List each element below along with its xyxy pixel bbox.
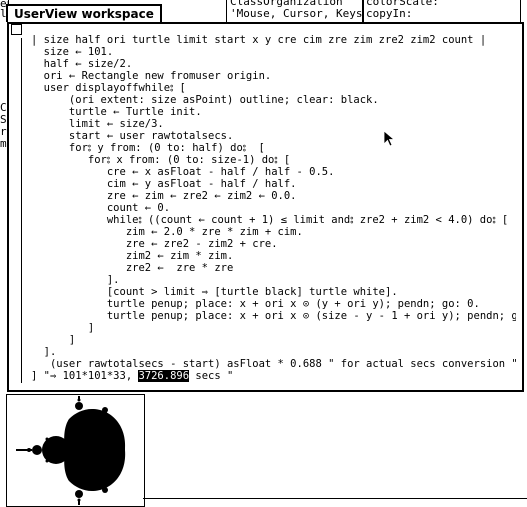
class-pane-line-1[interactable]: ClassOrganization (230, 0, 362, 8)
code-line[interactable]: half ← size/2. (31, 58, 133, 70)
mandelbrot-output-window[interactable] (6, 394, 145, 507)
code-line[interactable]: cre ← x asFloat - half / half - 0.5. (31, 166, 335, 178)
mandelbrot-fractal-image (16, 396, 126, 505)
code-line[interactable]: turtle penup; place: x + ori x ⊙ (y + or… (31, 298, 480, 310)
code-line[interactable]: limit ← size/3. (31, 118, 164, 130)
code-line[interactable]: (user rawtotalsecs - start) asFloat * 0.… (31, 358, 516, 370)
code-line[interactable]: turtle penup; place: x + ori x ⊙ (size -… (31, 310, 516, 322)
code-line[interactable]: cim ← y asFloat - half / half. (31, 178, 297, 190)
code-line[interactable]: zre ← zim ← zre2 ← zim2 ← 0.0. (31, 190, 297, 202)
result-selection[interactable]: 3726.896 (138, 370, 190, 382)
code-line[interactable]: turtle ← Turtle init. (31, 106, 202, 118)
result-prefix[interactable]: ] "⇒ 101*101*33, (31, 370, 138, 382)
code-line[interactable]: ori ← Rectangle new fromuser origin. (31, 70, 272, 82)
code-line[interactable]: zim ← 2.0 * zre * zim + cim. (31, 226, 303, 238)
code-line[interactable]: | size half ori turtle limit start x y c… (31, 34, 486, 46)
code-line[interactable]: for⦂ x from: (0 to: size-1) do⦂ [ (31, 154, 290, 166)
window-title-tab[interactable]: UserView workspace (6, 4, 162, 22)
code-line[interactable]: for⦂ y from: (0 to: half) do⦂ [ (31, 142, 265, 154)
window-collapse-box-icon[interactable] (11, 24, 22, 35)
code-line[interactable]: count ← 0. (31, 202, 170, 214)
code-line[interactable]: user displayoffwhile⦂ [ (31, 82, 186, 94)
code-line[interactable]: while⦂ ((count ← count + 1) ≤ limit and⦂… (31, 214, 508, 226)
result-line[interactable]: ] "⇒ 101*101*33, 3726.896 secs " (31, 370, 233, 382)
code-line[interactable]: zre ← zre2 - zim2 + cre. (31, 238, 278, 250)
code-line[interactable]: (ori extent: size asPoint) outline; clea… (31, 94, 379, 106)
code-line[interactable]: ] (31, 322, 94, 334)
code-line[interactable]: size ← 101. (31, 46, 114, 58)
class-pane-line-2[interactable]: 'Mouse, Cursor, Keys' (230, 8, 362, 20)
code-line[interactable]: [count > limit ⇒ [turtle black] turtle w… (31, 286, 398, 298)
result-suffix[interactable]: secs " (189, 370, 233, 382)
code-line[interactable]: ]. (31, 274, 120, 286)
bottom-divider (143, 498, 527, 499)
selector-pane-line-1[interactable]: colorScale: (366, 0, 471, 8)
code-line[interactable]: start ← user rawtotalsecs. (31, 130, 233, 142)
code-line[interactable]: zim2 ← zim * zim. (31, 250, 233, 262)
workspace-scrollbar[interactable] (9, 38, 22, 383)
code-line[interactable]: ]. (31, 346, 57, 358)
selector-pane-line-2[interactable]: copyIn: (366, 8, 471, 20)
code-line[interactable]: zre2 ← zre * zre (31, 262, 233, 274)
code-text-area[interactable]: | size half ori turtle limit start x y c… (31, 34, 516, 379)
mouse-pointer-arrow-icon (383, 130, 396, 147)
code-line[interactable]: ] (31, 334, 75, 346)
